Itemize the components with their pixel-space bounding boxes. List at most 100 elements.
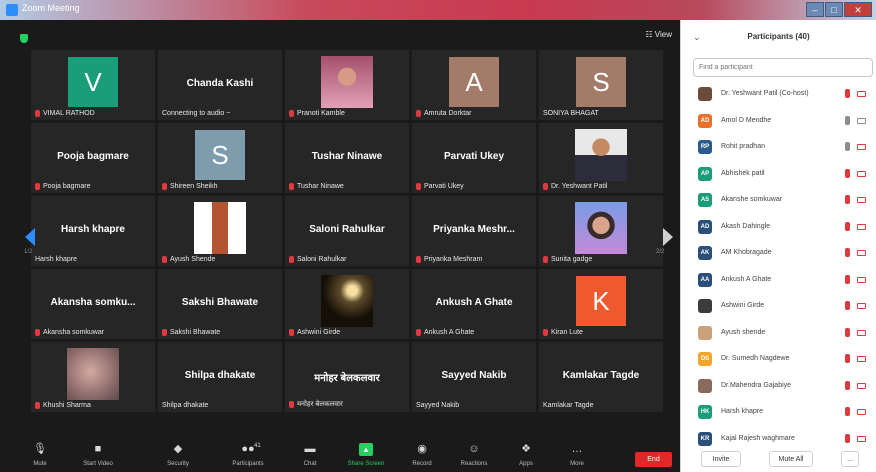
participant-row[interactable]: Dr. Yeshwant Patil (Co-host)	[681, 82, 876, 109]
page-indicator-right: 2/2	[656, 249, 665, 255]
close-button[interactable]: ✕	[844, 2, 872, 17]
participant-row[interactable]: Dr.Mahendra Gajabiye	[681, 374, 876, 401]
participant-row[interactable]: AS Akanshe somkuwar	[681, 188, 876, 215]
video-tile[interactable]: Khushi Sharma	[31, 342, 155, 412]
video-off-icon[interactable]	[857, 250, 866, 256]
participant-row[interactable]: RP Rohit pradhan	[681, 135, 876, 162]
video-tile[interactable]: मनोहर बेलकलवार मनोहर बेलकलवार	[285, 342, 409, 412]
tile-caption-text: Ashwini Girde	[297, 329, 341, 336]
video-off-icon[interactable]	[857, 382, 866, 389]
participant-row[interactable]: AP Abhishek patil	[681, 162, 876, 189]
end-button[interactable]: End	[635, 452, 672, 467]
chat-button[interactable]: ▬ Chat	[286, 443, 334, 467]
participant-row[interactable]: AK AM Khobragade	[681, 241, 876, 268]
mic-muted-icon[interactable]	[845, 274, 850, 284]
video-tile[interactable]: Kamlakar Tagde Kamlakar Tagde	[539, 342, 663, 412]
mic-muted-icon[interactable]	[845, 327, 850, 337]
more-button[interactable]: … More	[553, 443, 601, 467]
prev-page-arrow-icon[interactable]	[25, 228, 35, 246]
mic-muted-icon[interactable]	[845, 248, 850, 257]
video-off-icon[interactable]	[857, 329, 866, 336]
video-tile[interactable]: Ankush A Ghate Ankush A Ghate	[412, 269, 536, 339]
video-tile[interactable]: Dr. Yeshwant Patil	[539, 123, 663, 193]
video-icon[interactable]	[857, 117, 866, 124]
mic-muted-icon[interactable]	[845, 168, 850, 178]
video-off-icon[interactable]	[857, 170, 866, 177]
video-tile[interactable]: Saloni Rahulkar Saloni Rahulkar	[285, 196, 409, 266]
video-off-icon[interactable]	[857, 409, 866, 415]
mic-icon[interactable]	[845, 115, 850, 125]
participant-search-input[interactable]	[693, 58, 873, 77]
record-button[interactable]: ◉ Record	[398, 443, 446, 467]
video-tile[interactable]: S Shireen Sheikh	[158, 123, 282, 193]
video-tile[interactable]: V VIMAL RATHOD	[31, 50, 155, 120]
mute-all-button[interactable]: Mute All	[769, 451, 813, 467]
participant-row[interactable]: Ashwini Girde	[681, 294, 876, 321]
video-tile[interactable]: Sayyed Nakib Sayyed Nakib	[412, 342, 536, 412]
participant-avatar	[698, 299, 712, 313]
video-off-icon[interactable]	[857, 303, 866, 309]
view-button[interactable]: ☷ View	[645, 30, 672, 39]
participant-row[interactable]: AA Ankush A Ghate	[681, 268, 876, 295]
more-options-button[interactable]: ...	[841, 451, 859, 467]
video-tile[interactable]: Ayush Shende	[158, 196, 282, 266]
participant-row[interactable]: AD Amol D Mendhe	[681, 109, 876, 136]
video-off-icon[interactable]	[857, 144, 866, 150]
maximize-button[interactable]: □	[825, 2, 843, 17]
reactions-button[interactable]: ☺ Reactions	[450, 443, 498, 467]
participants-button[interactable]: ●● 41 Participants	[224, 443, 272, 467]
video-tile[interactable]: Parvati Ukey Parvati Ukey	[412, 123, 536, 193]
mute-button[interactable]: 🎙 Mute	[16, 443, 64, 467]
video-tile[interactable]: Tushar Ninawe Tushar Ninawe	[285, 123, 409, 193]
video-off-icon[interactable]	[857, 356, 866, 362]
participant-row[interactable]: DS Dr. Sumedh Nagdewe	[681, 347, 876, 374]
participant-row[interactable]: HK Harsh khapre	[681, 400, 876, 427]
tile-caption: Sunita gadge	[543, 256, 592, 263]
participant-row[interactable]: AD Akash Dahingle	[681, 215, 876, 242]
video-off-icon[interactable]	[857, 276, 866, 283]
chevron-down-icon[interactable]: ⌄	[693, 20, 701, 54]
tile-caption: Sakshi Bhawate	[162, 329, 220, 336]
video-off-icon[interactable]	[857, 223, 866, 230]
mic-muted-icon[interactable]	[845, 354, 850, 363]
video-tile[interactable]: Priyanka Meshr... Priyanka Meshram	[412, 196, 536, 266]
mic-muted-icon[interactable]	[845, 407, 850, 416]
mic-muted-icon[interactable]	[845, 301, 850, 310]
video-tile[interactable]: Akansha somku... Akansha somkuwar	[31, 269, 155, 339]
tile-caption: Parvati Ukey	[416, 183, 464, 190]
minimize-button[interactable]: –	[806, 2, 824, 17]
video-off-icon[interactable]	[857, 91, 866, 97]
video-tile[interactable]: Ashwini Girde	[285, 269, 409, 339]
video-tile[interactable]: Sunita gadge	[539, 196, 663, 266]
video-tile[interactable]: Pooja bagmare Pooja bagmare	[31, 123, 155, 193]
video-tile[interactable]: Chanda Kashi Connecting to audio ~	[158, 50, 282, 120]
invite-button[interactable]: Invite	[701, 451, 741, 467]
video-off-icon[interactable]	[857, 197, 866, 203]
participant-name: Dr.Mahendra Gajabiye	[721, 381, 792, 389]
security-button[interactable]: ◆ Security	[154, 443, 202, 467]
mic-muted-icon[interactable]	[845, 195, 850, 204]
video-off-icon[interactable]	[857, 435, 866, 442]
video-tile[interactable]: S SONIYA BHAGAT	[539, 50, 663, 120]
profile-photo	[575, 202, 627, 254]
video-tile[interactable]: A Amruta Dorktar	[412, 50, 536, 120]
start-video-button[interactable]: ■ Start Video	[74, 443, 122, 467]
video-tile[interactable]: Sakshi Bhawate Sakshi Bhawate	[158, 269, 282, 339]
video-tile[interactable]: Shilpa dhakate Shilpa dhakate	[158, 342, 282, 412]
video-tile[interactable]: Harsh khapre Harsh khapre	[31, 196, 155, 266]
participant-row[interactable]: Ayush shende	[681, 321, 876, 348]
apps-button[interactable]: ❖ Apps	[502, 443, 550, 467]
security-icon: ◆	[173, 443, 183, 455]
next-page-arrow-icon[interactable]	[663, 228, 673, 246]
shield-icon[interactable]	[20, 34, 28, 43]
mic-muted-icon[interactable]	[845, 380, 850, 390]
mic-muted-icon[interactable]	[845, 221, 850, 231]
tile-caption: Saloni Rahulkar	[289, 256, 346, 263]
video-tile[interactable]: K Kiran Lute	[539, 269, 663, 339]
mic-muted-icon[interactable]	[845, 433, 850, 443]
video-tile[interactable]: Pranoti Kamble	[285, 50, 409, 120]
mic-muted-icon[interactable]	[845, 89, 850, 98]
mic-icon[interactable]	[845, 142, 850, 151]
share-screen-button[interactable]: ▲ Share Screen	[342, 443, 390, 467]
window-title: Zoom Meeting	[22, 3, 80, 13]
